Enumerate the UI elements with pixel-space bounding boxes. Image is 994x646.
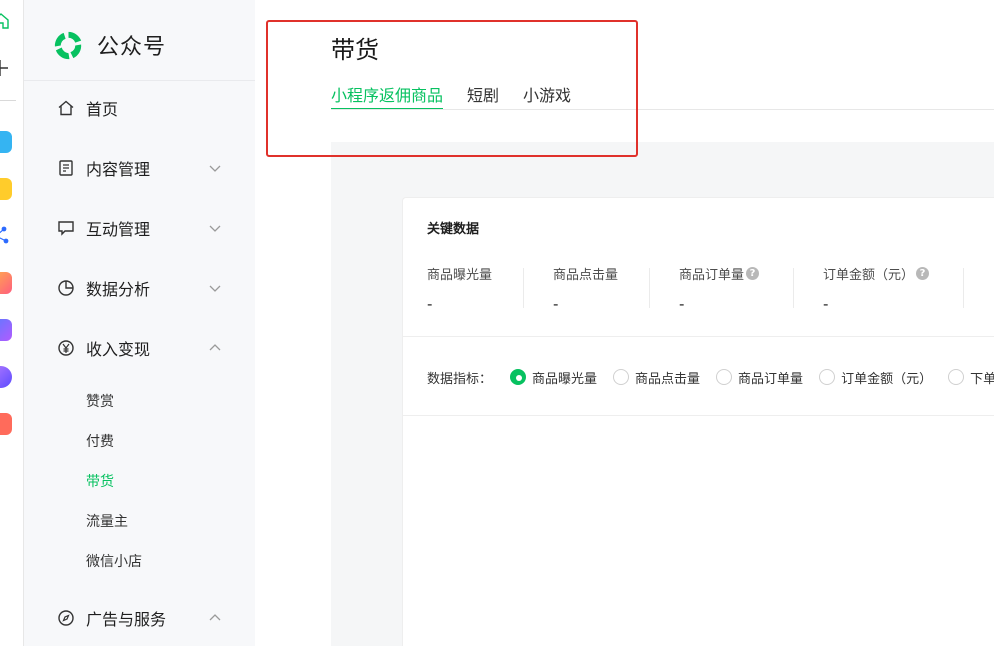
app-shortcut-icon[interactable]: [0, 366, 12, 388]
nav-label: 首页: [86, 100, 119, 119]
brand[interactable]: 公众号: [52, 28, 166, 62]
document-icon: [59, 160, 73, 176]
tab-mini-program-commission[interactable]: 小程序返佣商品: [331, 82, 444, 110]
radio-exposure[interactable]: 商品曝光量: [510, 368, 597, 387]
app-strip: [0, 0, 24, 646]
metric-clicks: 商品点击量 -: [553, 264, 619, 313]
sub-label: 赞赏: [86, 394, 114, 410]
plus-icon[interactable]: [0, 58, 23, 82]
app-shortcut-icon[interactable]: [0, 178, 12, 200]
chevron-down-icon: [209, 165, 221, 172]
sidebar-item-wechat-store[interactable]: 微信小店: [24, 545, 255, 577]
metric-exposure: 商品曝光量 -: [427, 264, 493, 313]
app-shortcut-icon[interactable]: [0, 319, 12, 341]
tab-bar: 小程序返佣商品 短剧 小游戏: [331, 82, 595, 110]
metric-label: 商品订单量 ?: [679, 264, 760, 283]
divider: [403, 415, 994, 416]
app-shortcut-icon[interactable]: [0, 224, 12, 246]
sidebar: 公众号 首页 内容管理 互动管理 数据分析 收入变现 赞赏 付费 带货 流量主 …: [24, 0, 255, 646]
tab-short-drama[interactable]: 短剧: [467, 82, 499, 110]
radio-label: 下单率: [970, 371, 994, 387]
pie-chart-icon: [58, 280, 74, 296]
indicator-label: 数据指标：: [427, 371, 493, 387]
nav-label: 内容管理: [86, 160, 151, 179]
radio-clicks[interactable]: 商品点击量: [613, 368, 700, 387]
radio-unchecked-icon: [948, 369, 965, 385]
nav-label: 广告与服务: [86, 610, 167, 629]
help-icon[interactable]: ?: [746, 267, 760, 280]
nav-item-monetization[interactable]: 收入变现: [24, 326, 255, 370]
metric-orders: 商品订单量 ? -: [679, 264, 760, 313]
radio-label: 商品点击量: [635, 371, 701, 387]
app-shortcut-icon[interactable]: [0, 272, 12, 294]
metric-label: 订单金额（元） ?: [823, 264, 930, 283]
chevron-down-icon: [209, 225, 221, 232]
divider: [24, 80, 255, 81]
sidebar-item-traffic-master[interactable]: 流量主: [24, 505, 255, 537]
metric-label-text: 订单金额（元）: [823, 268, 915, 283]
divider: [331, 109, 994, 110]
radio-order-rate[interactable]: 下单率: [948, 368, 994, 387]
page-title: 带货: [331, 36, 379, 64]
radio-orders[interactable]: 商品订单量: [716, 368, 803, 387]
key-data-panel: 关键数据 商品曝光量 - 商品点击量 - 商品订单量 ? - 订单金额（元） ?…: [402, 197, 994, 646]
radio-label: 商品曝光量: [532, 371, 598, 387]
metric-value: -: [427, 295, 433, 313]
nav-item-home[interactable]: 首页: [24, 86, 255, 130]
divider: [793, 268, 794, 308]
sidebar-item-selling[interactable]: 带货: [24, 465, 255, 497]
app-shortcut-icon[interactable]: [0, 413, 12, 435]
sub-label: 微信小店: [86, 554, 142, 570]
nav-item-analytics[interactable]: 数据分析: [24, 266, 255, 310]
metric-label: 商品曝光量: [427, 268, 493, 283]
nav-label: 数据分析: [86, 280, 151, 299]
divider: [523, 268, 524, 308]
radio-unchecked-icon: [613, 369, 630, 385]
indicator-selector: 数据指标： 商品曝光量 商品点击量 商品订单量 订单金额（元） 下单率: [427, 367, 994, 387]
metric-label: 商品点击量: [553, 268, 619, 283]
radio-checked-icon: [510, 369, 527, 385]
metric-value: -: [553, 295, 559, 313]
strip-divider: [0, 100, 16, 101]
brand-logo-icon: [54, 31, 82, 59]
divider: [403, 336, 994, 337]
nav-item-interaction[interactable]: 互动管理: [24, 206, 255, 250]
sub-label: 流量主: [86, 514, 128, 530]
tab-mini-game[interactable]: 小游戏: [523, 82, 571, 110]
radio-label: 订单金额（元）: [841, 371, 933, 387]
app-shortcut-icon[interactable]: [0, 131, 12, 153]
chevron-up-icon: [209, 614, 221, 621]
sub-label: 付费: [86, 434, 114, 450]
help-icon[interactable]: ?: [916, 267, 930, 280]
chevron-up-icon: [209, 344, 221, 351]
radio-unchecked-icon: [819, 369, 836, 385]
message-icon: [58, 221, 74, 236]
radio-label: 商品订单量: [738, 371, 804, 387]
sidebar-item-reward[interactable]: 赞赏: [24, 385, 255, 417]
home-icon[interactable]: [0, 12, 23, 36]
nav-label: 互动管理: [86, 220, 151, 239]
nav-item-content[interactable]: 内容管理: [24, 146, 255, 190]
metric-value: -: [679, 295, 685, 313]
chevron-down-icon: [209, 285, 221, 292]
metric-order-amount: 订单金额（元） ? -: [823, 264, 930, 313]
metrics-row: 商品曝光量 - 商品点击量 - 商品订单量 ? - 订单金额（元） ? -: [403, 264, 994, 313]
radio-unchecked-icon: [716, 369, 733, 385]
divider: [649, 268, 650, 308]
sub-label: 带货: [86, 474, 114, 490]
main-content: 带货 小程序返佣商品 短剧 小游戏 关键数据 商品曝光量 - 商品点击量 - 商…: [255, 0, 994, 646]
metric-label-text: 商品订单量: [679, 268, 745, 283]
nav-label: 收入变现: [86, 340, 151, 359]
yuan-icon: [58, 340, 74, 356]
sidebar-item-paid[interactable]: 付费: [24, 425, 255, 457]
metric-value: -: [823, 295, 829, 313]
divider: [963, 268, 964, 308]
panel-title: 关键数据: [427, 222, 480, 237]
home-icon: [58, 100, 74, 116]
radio-order-amount[interactable]: 订单金额（元）: [819, 368, 932, 387]
brand-name: 公众号: [97, 35, 167, 60]
compass-icon: [58, 610, 74, 626]
nav-item-ads[interactable]: 广告与服务: [24, 596, 255, 640]
